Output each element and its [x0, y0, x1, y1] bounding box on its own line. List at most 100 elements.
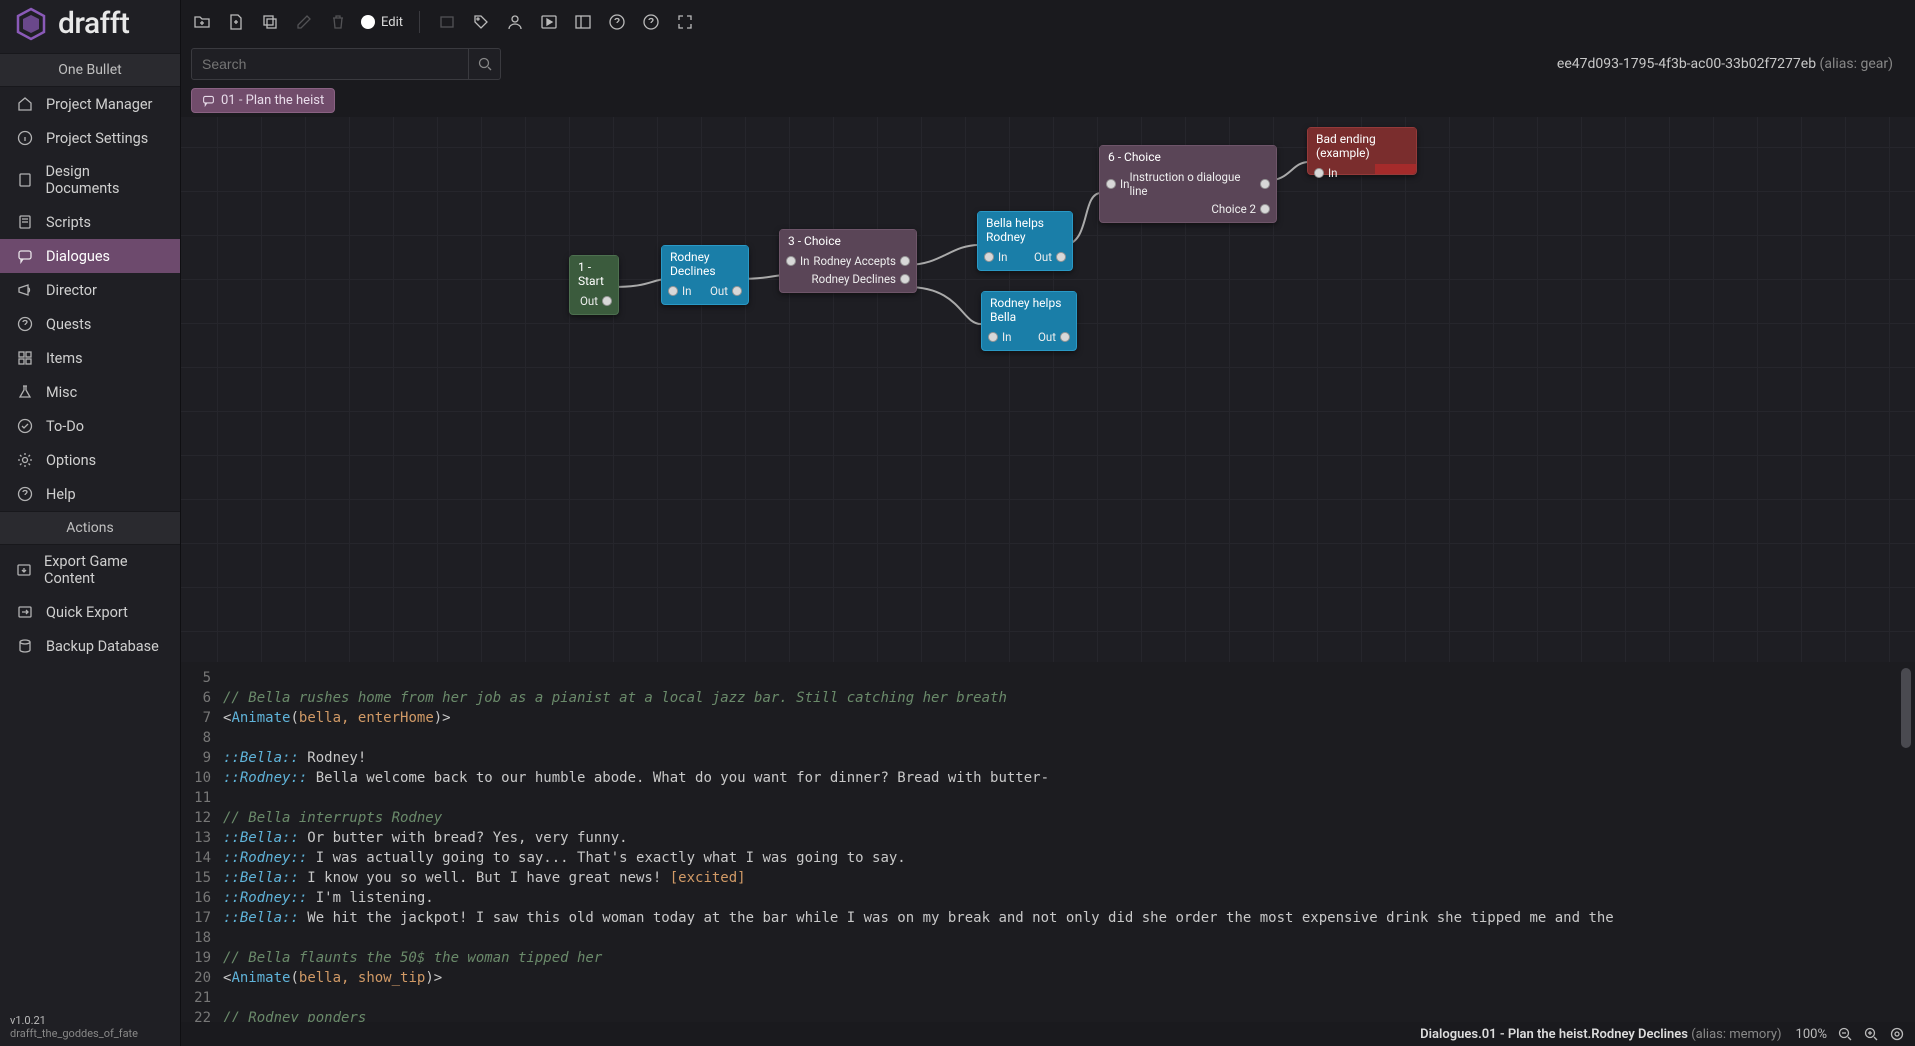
port-out[interactable] — [900, 274, 910, 284]
node-rodney-declines[interactable]: Rodney Declines In Out — [661, 245, 749, 305]
quick-export-icon — [16, 603, 34, 621]
node-start[interactable]: 1 - Start Out — [569, 255, 619, 315]
alias-text: (alias: gear) — [1820, 56, 1893, 72]
megaphone-icon — [16, 281, 34, 299]
node-title: 6 - Choice — [1100, 146, 1276, 168]
logo-icon — [14, 7, 48, 41]
node-title: Rodney helps Bella — [982, 292, 1076, 328]
node-choice-6[interactable]: 6 - Choice In Instruction o dialogue lin… — [1099, 145, 1277, 223]
gear-icon — [16, 451, 34, 469]
port-label: In — [1328, 166, 1337, 180]
check-circle-icon — [16, 417, 34, 435]
sidebar-item-label: Misc — [46, 384, 77, 401]
node-bella-helps[interactable]: Bella helps Rodney In Out — [977, 211, 1073, 271]
quest-icon — [16, 315, 34, 333]
sidebar-item-director[interactable]: Director — [0, 273, 180, 307]
database-icon — [16, 637, 34, 655]
sidebar-item-label: Items — [46, 350, 83, 367]
search-box — [191, 48, 501, 80]
action-label: Quick Export — [46, 604, 128, 621]
chat-icon — [202, 94, 215, 107]
sidebar-item-project-settings[interactable]: Project Settings — [0, 121, 180, 155]
sidebar-item-options[interactable]: Options — [0, 443, 180, 477]
sidebar-item-todo[interactable]: To-Do — [0, 409, 180, 443]
port-label: Rodney Declines — [812, 272, 896, 286]
node-bad-ending[interactable]: Bad ending (example) In — [1307, 127, 1417, 175]
sidebar-item-label: Scripts — [46, 214, 91, 231]
edit-label: Edit — [381, 15, 403, 30]
port-in[interactable] — [1314, 168, 1324, 178]
help-circle-icon-2[interactable] — [640, 11, 662, 33]
node-choice-3[interactable]: 3 - Choice In Rodney Accepts Rodney Decl… — [779, 229, 917, 293]
port-out[interactable] — [602, 296, 612, 306]
port-label: In — [682, 284, 691, 298]
sidebar-item-items[interactable]: Items — [0, 341, 180, 375]
version-label: v1.0.21 — [10, 1014, 46, 1027]
code-editor[interactable]: 5678910111213141516171819202122232425262… — [181, 662, 1915, 1022]
port-out[interactable] — [900, 256, 910, 266]
zoom-in-icon[interactable] — [1863, 1026, 1879, 1042]
port-out[interactable] — [732, 286, 742, 296]
search-input[interactable] — [192, 56, 468, 72]
sidebar-item-misc[interactable]: Misc — [0, 375, 180, 409]
port-in[interactable] — [786, 256, 796, 266]
sidebar-item-scripts[interactable]: Scripts — [0, 205, 180, 239]
toolbar: Edit — [181, 0, 1915, 44]
sidebar-item-label: To-Do — [46, 418, 84, 435]
delete-icon[interactable] — [327, 11, 349, 33]
port-label: In — [1002, 330, 1011, 344]
port-in[interactable] — [668, 286, 678, 296]
fit-icon[interactable] — [1889, 1026, 1905, 1042]
project-slug: drafft_the_goddes_of_fate — [10, 1027, 138, 1040]
toolbar-divider — [419, 11, 420, 33]
tag-icon[interactable] — [470, 11, 492, 33]
sidebar-item-label: Director — [46, 282, 97, 299]
port-in[interactable] — [984, 252, 994, 262]
port-in[interactable] — [988, 332, 998, 342]
port-label: In — [800, 254, 809, 268]
node-canvas[interactable]: 1 - Start Out Rodney Declines In Out 3 -… — [181, 117, 1915, 662]
port-in[interactable] — [1106, 179, 1116, 189]
help-circle-icon[interactable] — [606, 11, 628, 33]
new-file-icon[interactable] — [225, 11, 247, 33]
code-content[interactable]: // Bella rushes home from her job as a p… — [217, 662, 1915, 1022]
node-title: Bad ending (example) — [1308, 128, 1416, 164]
search-button[interactable] — [468, 49, 500, 79]
action-backup-database[interactable]: Backup Database — [0, 629, 180, 663]
rect-icon[interactable] — [436, 11, 458, 33]
dialogue-tab[interactable]: 01 - Plan the heist — [191, 88, 335, 113]
new-folder-icon[interactable] — [191, 11, 213, 33]
document-id: ee47d093-1795-4f3b-ac00-33b02f7277eb (al… — [1557, 56, 1905, 72]
action-quick-export[interactable]: Quick Export — [0, 595, 180, 629]
port-out[interactable] — [1056, 252, 1066, 262]
edit-icon[interactable] — [293, 11, 315, 33]
user-icon[interactable] — [504, 11, 526, 33]
sidebar-item-label: Quests — [46, 316, 91, 333]
port-label: Rodney Accepts — [813, 254, 896, 268]
toggle-dot-icon — [361, 15, 375, 29]
scrollbar-thumb[interactable] — [1901, 668, 1911, 748]
sidebar-item-design-documents[interactable]: Design Documents — [0, 155, 180, 205]
expand-icon[interactable] — [674, 11, 696, 33]
sidebar-item-dialogues[interactable]: Dialogues — [0, 239, 180, 273]
node-rodney-helps[interactable]: Rodney helps Bella In Out — [981, 291, 1077, 351]
sidebar-item-project-manager[interactable]: Project Manager — [0, 87, 180, 121]
port-out[interactable] — [1060, 332, 1070, 342]
port-out[interactable] — [1260, 179, 1270, 189]
node-title: Bella helps Rodney — [978, 212, 1072, 248]
dialogue-icon — [16, 247, 34, 265]
edit-mode-toggle[interactable]: Edit — [361, 15, 403, 30]
port-out[interactable] — [1260, 204, 1270, 214]
action-export-game-content[interactable]: Export Game Content — [0, 545, 180, 595]
sidebar-item-quests[interactable]: Quests — [0, 307, 180, 341]
layout-icon[interactable] — [572, 11, 594, 33]
copy-icon[interactable] — [259, 11, 281, 33]
sidebar-item-help[interactable]: Help — [0, 477, 180, 511]
node-title: Rodney Declines — [662, 246, 748, 282]
tab-label: 01 - Plan the heist — [221, 93, 324, 108]
project-header[interactable]: One Bullet — [0, 53, 180, 87]
zoom-out-icon[interactable] — [1837, 1026, 1853, 1042]
play-icon[interactable] — [538, 11, 560, 33]
zoom-label: 100% — [1796, 1027, 1827, 1042]
port-label: Out — [580, 294, 598, 308]
